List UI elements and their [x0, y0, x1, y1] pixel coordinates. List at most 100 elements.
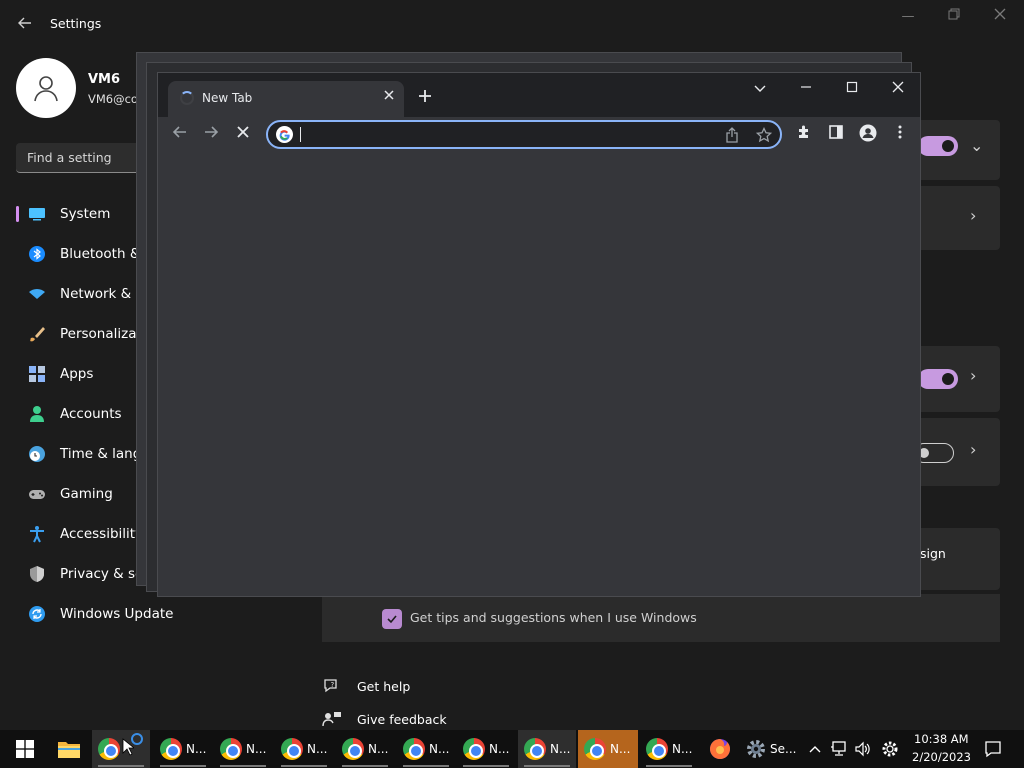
close-button[interactable] [980, 6, 1020, 28]
forward-button[interactable] [201, 124, 221, 144]
accessibility-icon [30, 526, 44, 543]
chrome-maximize-button[interactable] [837, 79, 867, 99]
chrome-icon [342, 738, 364, 760]
chevron-up-icon [809, 746, 821, 753]
taskbar-chrome-item[interactable] [92, 730, 150, 768]
maximize-icon [846, 81, 858, 93]
chrome-icon [646, 738, 668, 760]
monitor-icon [29, 208, 45, 221]
close-icon [237, 126, 249, 138]
taskbar-settings-item[interactable]: Se... [740, 730, 802, 768]
chrome-window: New Tab [157, 72, 921, 597]
tips-label: Get tips and suggestions when I use Wind… [410, 610, 697, 625]
settings-titlebar: Settings — [0, 0, 1024, 48]
minimize-icon [801, 86, 811, 88]
network-tray-button[interactable] [828, 730, 850, 768]
close-icon [994, 8, 1006, 20]
new-tab-button[interactable] [418, 86, 432, 106]
back-button[interactable] [14, 12, 36, 34]
taskbar-chrome-item[interactable]: N... [275, 730, 333, 768]
back-arrow-icon [172, 126, 186, 138]
taskbar-chrome-item-flashing[interactable]: N... [578, 730, 638, 768]
chrome-minimize-button[interactable] [791, 79, 821, 99]
tab-new-tab[interactable]: New Tab [168, 81, 404, 117]
tab-title: New Tab [202, 91, 253, 105]
give-feedback-link[interactable]: Give feedback [322, 710, 447, 728]
app-title: Settings [50, 16, 102, 31]
toggle-switch[interactable] [918, 369, 958, 389]
avatar [16, 58, 76, 118]
maximize-button[interactable] [934, 6, 974, 28]
taskbar-item-label: N... [610, 742, 631, 756]
get-help-label: Get help [357, 678, 411, 694]
folder-icon [58, 742, 80, 758]
taskbar-item-label: N... [368, 742, 389, 756]
back-button[interactable] [170, 124, 190, 144]
taskbar-chrome-item[interactable]: N... [154, 730, 212, 768]
clock-time[interactable]: 10:38 AM [914, 732, 969, 746]
bookmark-star-icon[interactable] [755, 126, 773, 147]
tab-strip: New Tab [158, 73, 920, 117]
tips-row[interactable]: Get tips and suggestions when I use Wind… [322, 594, 1000, 642]
share-icon[interactable] [724, 127, 740, 147]
taskbar-chrome-item[interactable]: N... [397, 730, 455, 768]
show-hidden-icons-button[interactable] [806, 730, 824, 768]
extensions-button[interactable] [794, 124, 814, 144]
chrome-icon [463, 738, 485, 760]
side-panel-button[interactable] [826, 124, 846, 144]
person-icon [34, 76, 58, 102]
clock-date[interactable]: 2/20/2023 [912, 750, 971, 764]
taskbar-chrome-item[interactable]: N... [214, 730, 272, 768]
tab-close-button[interactable] [384, 89, 394, 104]
minimize-button[interactable]: — [888, 6, 928, 28]
sidebar-item-label: Time & lang [60, 446, 142, 462]
notifications-button[interactable] [978, 730, 1008, 768]
chevron-right-icon: › [970, 206, 977, 225]
taskbar-firefox-item[interactable] [704, 730, 736, 768]
taskbar: N... N... N... N... N... N... N... N... … [0, 730, 1024, 768]
taskbar-item-label: Se... [770, 742, 797, 756]
running-indicator [646, 765, 692, 767]
toggle-switch[interactable] [918, 136, 958, 156]
user-name: VM6 [88, 72, 121, 87]
taskbar-chrome-item[interactable]: N... [640, 730, 698, 768]
shield-icon [30, 566, 44, 582]
sidebar-item-windows-update[interactable]: Windows Update [16, 594, 296, 634]
start-button[interactable] [8, 730, 42, 768]
running-indicator [342, 765, 388, 767]
chevron-down-icon[interactable]: ⌄ [970, 136, 983, 155]
profile-button[interactable] [858, 124, 878, 144]
chrome-icon [584, 738, 606, 760]
address-bar[interactable] [266, 120, 782, 149]
tips-checkbox[interactable] [382, 609, 402, 629]
tray-settings-button[interactable] [878, 730, 902, 768]
text-caret [300, 127, 301, 142]
file-explorer-button[interactable] [52, 730, 86, 768]
chrome-icon [281, 738, 303, 760]
chrome-icon [160, 738, 182, 760]
chrome-menu-button[interactable] [890, 124, 910, 144]
running-indicator [463, 765, 509, 767]
svg-text:?: ? [331, 681, 335, 689]
network-icon [831, 741, 846, 756]
taskbar-chrome-item[interactable]: N... [336, 730, 394, 768]
notification-icon [985, 741, 1001, 758]
google-g-icon [276, 126, 293, 143]
sidebar-item-label: Windows Update [60, 606, 174, 622]
tab-search-button[interactable] [745, 79, 775, 99]
chevron-right-icon: › [970, 440, 977, 459]
taskbar-item-label: N... [489, 742, 510, 756]
taskbar-chrome-item[interactable]: N... [518, 730, 576, 768]
sidebar-item-label: System [60, 206, 111, 222]
get-help-link[interactable]: ? Get help [322, 677, 410, 695]
volume-tray-button[interactable] [852, 730, 874, 768]
taskbar-item-label: N... [307, 742, 328, 756]
sidebar-item-label: Privacy & se [60, 566, 144, 582]
close-icon [384, 90, 394, 100]
taskbar-chrome-item[interactable]: N... [457, 730, 515, 768]
chrome-icon [403, 738, 425, 760]
stop-loading-button[interactable] [233, 124, 253, 144]
chrome-close-button[interactable] [883, 79, 913, 99]
sidebar-item-label: Gaming [60, 486, 113, 502]
clock-globe-icon [29, 446, 45, 462]
